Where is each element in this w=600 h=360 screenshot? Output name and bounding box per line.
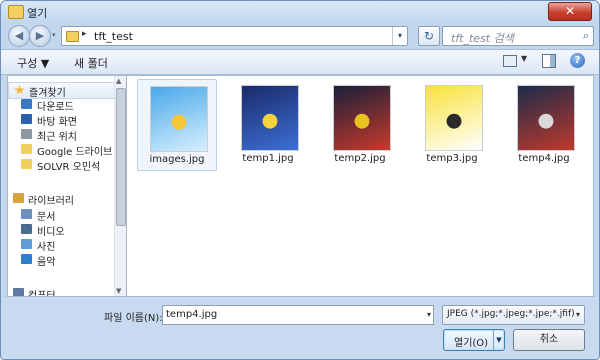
file-item[interactable]: temp4.jpg — [505, 79, 583, 169]
scroll-down-icon[interactable]: ▼ — [116, 287, 121, 295]
file-item[interactable]: temp3.jpg — [413, 79, 491, 169]
file-name[interactable]: temp4.jpg — [505, 153, 583, 164]
title-bar[interactable]: 열기 ✕ — [1, 1, 599, 23]
file-type-select[interactable]: JPEG (*.jpg;*.jpeg;*.jpe;*.jfif) ▾ — [442, 305, 585, 325]
downloads-folder-icon — [21, 99, 32, 109]
folder-icon — [21, 159, 32, 169]
open-button[interactable]: 열기(O) ▼ — [443, 329, 505, 351]
breadcrumb-separator-icon[interactable]: ▸ — [82, 29, 87, 39]
sidebar-item[interactable]: 음악 — [8, 252, 114, 268]
sidebar-item-label: 라이브러리 — [28, 196, 74, 207]
recent-places-icon — [21, 129, 32, 139]
recent-pages-dropdown[interactable]: ▾ — [52, 31, 56, 39]
organize-button[interactable]: 구성 ▼ — [17, 55, 49, 71]
images-thumb[interactable] — [150, 86, 208, 152]
sonic-cover-thumb[interactable] — [241, 85, 299, 151]
navigation-bar: ◀ ▶ ▾ ▸ tft_test ▾ ↻ tft_test 검색 ⌕ — [1, 23, 599, 48]
address-dropdown-button[interactable]: ▾ — [392, 27, 407, 45]
cancel-button[interactable]: 취소 — [513, 329, 585, 351]
sidebar-item-label: SOLVR 오민석 — [37, 162, 101, 173]
file-list-view[interactable]: images.jpg temp1.jpg temp2.jpg temp3.jpg tem… — [127, 75, 594, 297]
sidebar-item-computer[interactable]: 컴퓨터 — [8, 286, 114, 297]
sidebar-item[interactable]: Google 드라이브 — [8, 142, 114, 158]
folder-app-icon — [8, 5, 24, 19]
close-button[interactable]: ✕ — [548, 2, 592, 21]
sidebar-item[interactable]: 비디오 — [8, 222, 114, 238]
chevron-down-icon[interactable]: ▼ — [521, 54, 527, 63]
back-button[interactable]: ◀ — [8, 25, 30, 47]
sidebar-item-label: 바탕 화면 — [37, 117, 77, 128]
sidebar-item-label: 음악 — [37, 257, 56, 268]
sidebar-item-label: 사진 — [37, 242, 56, 253]
preview-pane-icon[interactable] — [542, 54, 556, 68]
file-name[interactable]: temp3.jpg — [413, 153, 491, 164]
change-view-button[interactable]: ▼ — [501, 54, 531, 68]
videos-icon — [21, 224, 32, 234]
folder-icon — [66, 31, 79, 42]
documents-icon — [21, 209, 32, 219]
file-name[interactable]: images.jpg — [138, 154, 216, 165]
file-item[interactable]: temp2.jpg — [321, 79, 399, 169]
angry-birds-space-thumb[interactable] — [333, 85, 391, 151]
dialog-footer: 파일 이름(N): temp4.jpg ▾ JPEG (*.jpg;*.jpeg… — [1, 297, 599, 359]
computer-icon — [13, 288, 24, 296]
sidebar-item-label: Google 드라이브 — [37, 147, 113, 158]
sidebar-item[interactable]: 바탕 화면 — [8, 112, 114, 128]
sidebar-item-libraries[interactable]: 라이브러리 — [8, 191, 114, 207]
breadcrumb-current-folder[interactable]: tft_test — [94, 30, 133, 43]
view-icon — [503, 55, 517, 67]
file-item[interactable]: images.jpg — [137, 79, 217, 171]
sidebar-item[interactable]: 문서 — [8, 207, 114, 223]
sidebar-item[interactable]: 다운로드 — [8, 97, 114, 113]
open-file-dialog: 열기 ✕ ◀ ▶ ▾ ▸ tft_test ▾ ↻ tft_test 검색 ⌕ … — [0, 0, 600, 360]
open-button-label[interactable]: 열기(O) — [454, 334, 488, 349]
music-icon — [21, 254, 32, 264]
sidebar-item[interactable]: SOLVR 오민석 — [8, 157, 114, 173]
sidebar-item-label: 컴퓨터 — [28, 291, 56, 297]
star-icon — [14, 85, 25, 95]
navigation-scrollbar[interactable]: ▲ ▼ — [114, 76, 126, 296]
file-name[interactable]: temp2.jpg — [321, 153, 399, 164]
google-drive-folder-icon — [21, 144, 32, 154]
open-split-dropdown-icon[interactable]: ▼ — [493, 330, 504, 350]
file-type-dropdown-icon[interactable]: ▾ — [576, 310, 580, 319]
pictures-icon — [21, 239, 32, 249]
sidebar-item[interactable]: 최근 위치 — [8, 127, 114, 143]
filename-value[interactable]: temp4.jpg — [166, 309, 217, 320]
sidebar-item-label: 다운로드 — [37, 102, 74, 113]
forward-button[interactable]: ▶ — [29, 25, 51, 47]
command-toolbar: 구성 ▼ 새 폴더 ▼ ? — [1, 49, 599, 75]
window-title: 열기 — [27, 7, 48, 20]
navigation-pane[interactable]: 즐겨찾기 다운로드 바탕 화면 최근 위치 Google 드라이브 SOLVR 오민석 … — [7, 75, 127, 297]
sidebar-item-label: 비디오 — [37, 227, 65, 238]
captain-america-thumb[interactable] — [517, 85, 575, 151]
refresh-button[interactable]: ↻ — [418, 26, 440, 46]
help-icon[interactable]: ? — [570, 53, 585, 68]
spongebob-thumb[interactable] — [425, 85, 483, 151]
file-name[interactable]: temp1.jpg — [229, 153, 307, 164]
filename-label: 파일 이름(N): — [104, 313, 163, 324]
sidebar-item-label: 최근 위치 — [37, 132, 77, 143]
search-icon[interactable]: ⌕ — [583, 29, 589, 43]
scroll-up-icon[interactable]: ▲ — [116, 77, 121, 85]
file-item[interactable]: temp1.jpg — [229, 79, 307, 169]
address-bar[interactable]: ▸ tft_test ▾ — [61, 26, 408, 46]
library-icon — [13, 193, 24, 203]
file-type-value[interactable]: JPEG (*.jpg;*.jpeg;*.jpe;*.jfif) — [447, 309, 575, 319]
new-folder-button[interactable]: 새 폴더 — [74, 55, 108, 71]
filename-input[interactable]: temp4.jpg ▾ — [162, 305, 434, 325]
scrollbar-thumb[interactable] — [116, 88, 126, 226]
desktop-icon — [21, 114, 32, 124]
search-box[interactable]: tft_test 검색 ⌕ — [442, 26, 594, 46]
sidebar-item-label: 문서 — [37, 212, 56, 223]
sidebar-item[interactable]: 사진 — [8, 237, 114, 253]
search-placeholder[interactable]: tft_test 검색 — [451, 30, 514, 46]
filename-dropdown-icon[interactable]: ▾ — [427, 310, 431, 319]
